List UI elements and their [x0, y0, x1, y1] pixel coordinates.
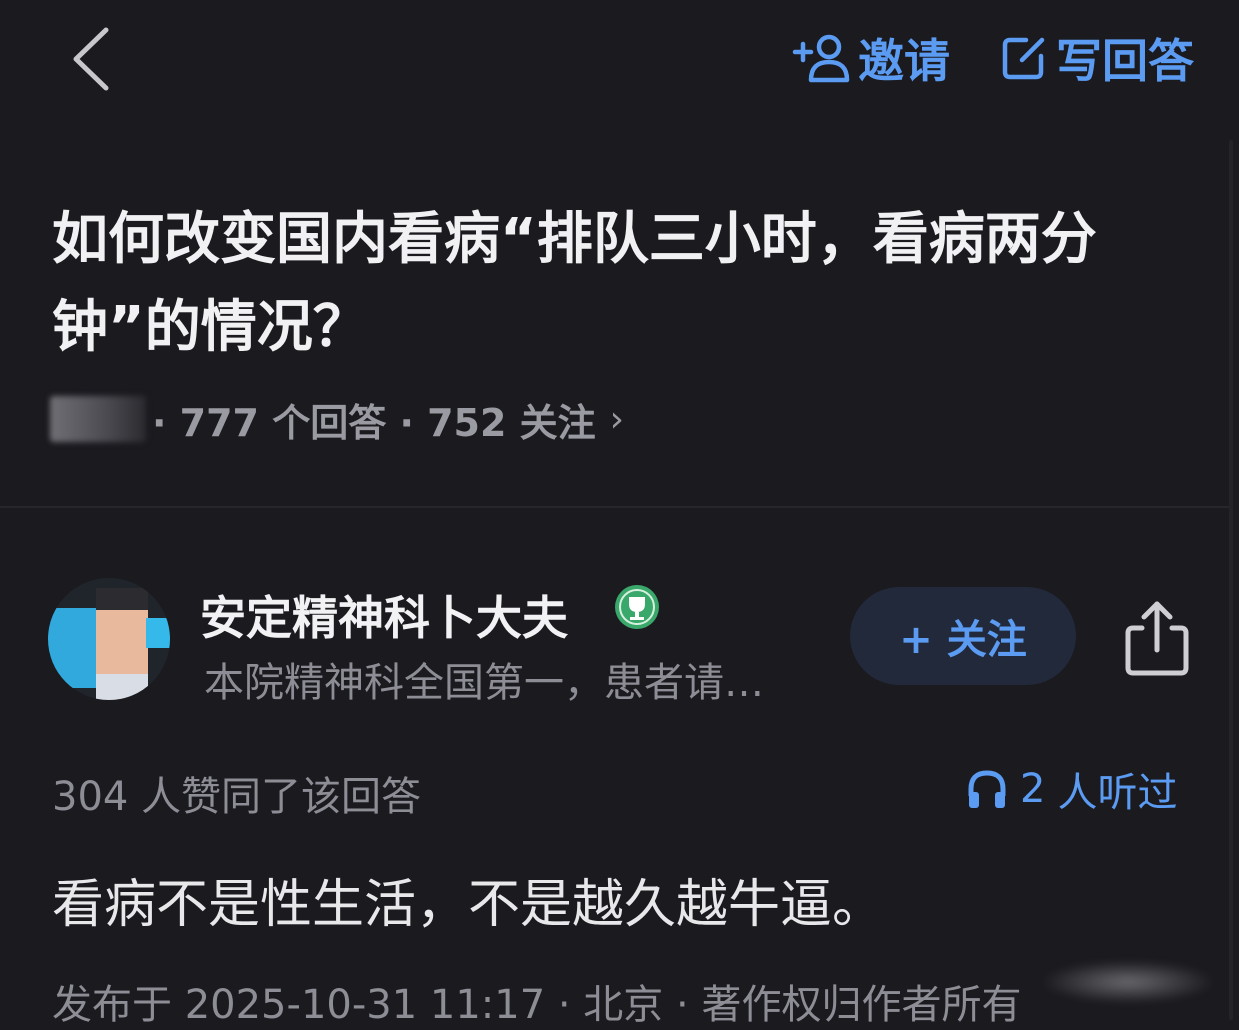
chevron-right-icon: › [609, 398, 625, 440]
divider [0, 506, 1229, 508]
write-answer-button[interactable]: 写回答 [1000, 28, 1194, 88]
listen-label: 人听过 [1057, 770, 1178, 816]
question-meta[interactable]: · 777 个回答 · 752 关注 › [50, 392, 624, 446]
share-icon [1125, 601, 1189, 676]
trophy-badge-icon [615, 585, 659, 629]
invite-button[interactable]: 邀请 [792, 28, 950, 88]
top-bar: 邀请 写回答 [0, 0, 1239, 120]
scrollbar[interactable] [1229, 140, 1233, 1020]
author-name[interactable]: 安定精神科卜大夫 [200, 582, 568, 648]
share-button[interactable] [1122, 598, 1192, 676]
author-bio: 本院精神科全国第一，患者请… [204, 660, 764, 706]
edit-icon [1002, 37, 1045, 80]
publish-info: 发布于 2025-10-31 11:17 · 北京 · 著作权归作者所有 [52, 982, 1022, 1028]
avatar[interactable] [48, 578, 170, 700]
write-answer-label: 写回答 [1056, 34, 1194, 88]
avatar-image [48, 578, 170, 700]
answer-content[interactable]: 看病不是性生活，不是越久越牛逼。 [52, 862, 884, 937]
watermark [1040, 960, 1216, 1004]
headphones-icon [968, 770, 1006, 808]
back-button[interactable] [62, 24, 122, 94]
vote-count: 304 人赞同了该回答 [52, 774, 422, 820]
listen-count[interactable]: 2 人听过 [966, 762, 1177, 816]
blurred-topic [50, 396, 146, 442]
question-title[interactable]: 如何改变国内看病“排队三小时，看病两分钟”的情况？ [52, 196, 1172, 372]
invite-label: 邀请 [858, 34, 950, 88]
listen-number: 2 [1020, 766, 1046, 812]
question-stats: · 777 个回答 · 752 关注 [152, 400, 596, 445]
add-person-icon [792, 34, 850, 83]
follow-button[interactable]: + 关注 [850, 587, 1076, 685]
back-chevron-icon [73, 27, 109, 91]
